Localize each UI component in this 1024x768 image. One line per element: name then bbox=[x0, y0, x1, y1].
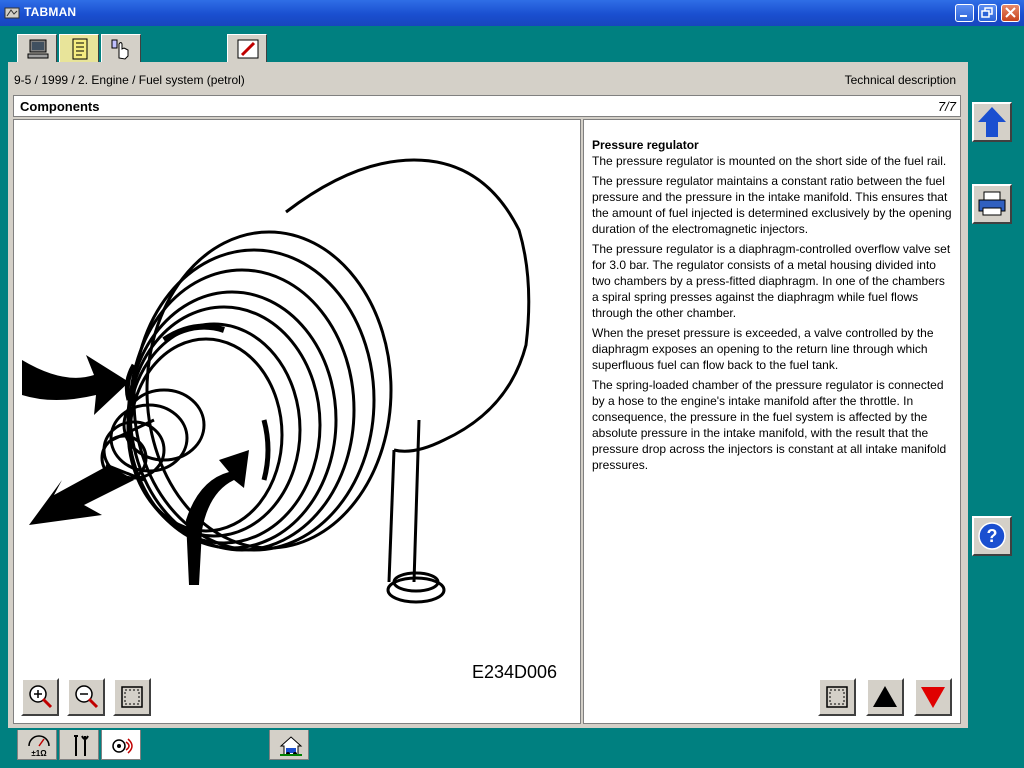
print-button[interactable] bbox=[972, 184, 1012, 224]
fit-frame-icon bbox=[121, 686, 143, 708]
help-button[interactable]: ? bbox=[972, 516, 1012, 556]
printer-icon bbox=[978, 191, 1006, 216]
triangle-up-icon bbox=[873, 686, 897, 707]
notebook-icon bbox=[72, 38, 88, 60]
text-heading: Pressure regulator bbox=[592, 138, 699, 152]
page-indicator: 7/7 bbox=[937, 99, 956, 114]
paragraph: The pressure regulator is mounted on the… bbox=[592, 154, 947, 168]
window-title: TABMAN bbox=[24, 5, 77, 19]
frame-icon bbox=[826, 686, 848, 708]
zoom-in-button[interactable] bbox=[21, 678, 59, 716]
restore-icon bbox=[981, 7, 993, 18]
description-text: Pressure regulator The pressure regulato… bbox=[592, 137, 954, 477]
paragraph: The pressure regulator maintains a const… bbox=[592, 174, 952, 236]
close-button[interactable] bbox=[1001, 4, 1020, 22]
home-car-icon bbox=[279, 736, 303, 756]
tab-notebook[interactable] bbox=[59, 34, 99, 62]
tab-hand-pointer[interactable] bbox=[101, 34, 141, 62]
app-icon bbox=[4, 7, 20, 19]
component-icon bbox=[112, 738, 133, 754]
triangle-down-icon bbox=[921, 687, 945, 708]
minimize-button[interactable] bbox=[955, 4, 974, 22]
frame-view-button[interactable] bbox=[818, 678, 856, 716]
paragraph: The pressure regulator is a diaphragm-co… bbox=[592, 242, 951, 320]
go-up-button[interactable] bbox=[972, 102, 1012, 142]
zoom-in-icon bbox=[29, 685, 53, 709]
svg-text:?: ? bbox=[987, 526, 998, 546]
hand-pointer-icon bbox=[111, 39, 129, 60]
meter-icon: ±1Ω bbox=[28, 735, 50, 758]
breadcrumb: 9-5 / 1999 / 2. Engine / Fuel system (pe… bbox=[14, 73, 245, 87]
arrow-up-icon bbox=[978, 107, 1006, 137]
close-icon bbox=[1005, 7, 1016, 18]
restore-button[interactable] bbox=[978, 4, 997, 22]
pressure-regulator-illustration bbox=[22, 158, 531, 604]
section-title: Components bbox=[20, 99, 100, 114]
minimize-icon bbox=[960, 15, 967, 17]
paragraph: The spring-loaded chamber of the pressur… bbox=[592, 378, 947, 472]
paragraph: When the preset pressure is exceeded, a … bbox=[592, 326, 934, 372]
title-bar: TABMAN bbox=[0, 0, 1024, 26]
tab-computer[interactable] bbox=[17, 34, 57, 62]
figure-id: E234D006 bbox=[472, 662, 558, 682]
zoom-out-button[interactable] bbox=[67, 678, 105, 716]
wrench-icon bbox=[74, 735, 89, 756]
illustration-pane: E234D006 bbox=[13, 119, 581, 724]
document-type: Technical description bbox=[844, 73, 956, 87]
pencil-icon bbox=[237, 39, 259, 59]
fit-image-button[interactable] bbox=[113, 678, 151, 716]
computer-icon bbox=[27, 39, 49, 59]
tab-measurement[interactable]: ±1Ω bbox=[17, 730, 57, 760]
zoom-out-icon bbox=[75, 685, 99, 709]
tab-pencil[interactable] bbox=[227, 34, 267, 62]
text-pane: Pressure regulator The pressure regulato… bbox=[583, 119, 961, 724]
next-page-button[interactable] bbox=[914, 678, 952, 716]
previous-page-button[interactable] bbox=[866, 678, 904, 716]
tab-component-info[interactable] bbox=[101, 730, 141, 760]
tab-home-car[interactable] bbox=[269, 730, 309, 760]
tab-tools[interactable] bbox=[59, 730, 99, 760]
measurement-label: ±1Ω bbox=[31, 749, 47, 758]
section-header: Components 7/7 bbox=[13, 95, 961, 117]
help-icon: ? bbox=[978, 522, 1006, 550]
